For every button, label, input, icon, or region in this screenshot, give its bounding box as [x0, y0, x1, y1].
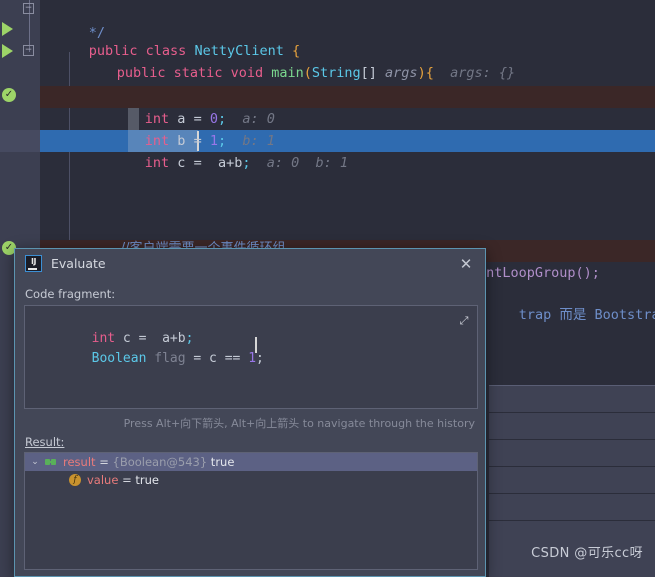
result-label-text: Result:: [25, 435, 65, 449]
dialog-title: Evaluate: [51, 256, 106, 271]
watch-glasses-icon: [45, 459, 59, 465]
equals-sign: =: [118, 473, 136, 487]
dialog-titlebar[interactable]: IJ Evaluate ✕: [15, 249, 485, 279]
run-gutter-icon[interactable]: [2, 44, 13, 58]
number-token: 1: [248, 351, 257, 366]
result-value: true: [207, 455, 235, 469]
current-line-gutter-highlight: [0, 130, 40, 152]
method-name-token: main: [271, 65, 304, 81]
inline-parameter-hint: args: {}: [450, 65, 516, 81]
code-line-main-method: public static void main(String[] args){ …: [68, 40, 515, 81]
code-line-class-decl: public class NettyClient {: [40, 18, 300, 59]
operator-token: =: [193, 155, 218, 171]
debugger-row[interactable]: [489, 386, 655, 413]
debugger-row[interactable]: [489, 413, 655, 440]
code-line-int-b: int b = 1; b: 1: [96, 108, 275, 149]
history-hint-text: Press Alt+向下箭头, Alt+向上箭头 to navigate thr…: [123, 417, 475, 430]
code-line-int-a: int a = 0; a: 0: [96, 86, 275, 127]
variable-token: c: [169, 155, 194, 171]
fragment-line-2: Boolean flag = c == 1;: [29, 329, 264, 389]
code-line-comment-cn: //客户端需要一个事件循环组: [96, 216, 286, 256]
result-type: {Boolean@543}: [112, 455, 208, 469]
brace-token: {: [425, 65, 434, 81]
keyword-token: public static void: [116, 65, 272, 81]
code-fragment-input[interactable]: int c = a+b; Boolean flag = c == 1; ⤢: [24, 305, 478, 409]
run-gutter-icon[interactable]: [2, 22, 13, 36]
result-variable-name: value: [87, 473, 119, 487]
debugger-row[interactable]: [489, 494, 655, 521]
result-tree-row-value[interactable]: f value = true: [25, 471, 477, 489]
ide-screenshot: − − ✓ ✓ */ public class NettyClient { pu…: [0, 0, 655, 577]
result-row-text: value = true: [87, 471, 159, 489]
intellij-idea-icon: IJ: [25, 255, 42, 272]
evaluate-dialog[interactable]: IJ Evaluate ✕ Code fragment: int c = a+b…: [14, 248, 486, 577]
watermark: CSDN @可乐cc呀: [531, 546, 643, 561]
result-tree[interactable]: ⌄ result = {Boolean@543} true f value = …: [24, 452, 478, 570]
result-value: true: [135, 473, 159, 487]
type-token: String: [311, 65, 361, 81]
comment-token: trap 而是 Bootstrap: [518, 307, 655, 323]
breakpoint-verified-icon[interactable]: ✓: [2, 88, 16, 102]
debugger-row[interactable]: [489, 440, 655, 467]
paren-token: (: [303, 65, 312, 81]
close-icon[interactable]: ✕: [455, 253, 477, 275]
expression-token: a+b: [217, 155, 243, 171]
semicolon-token: ;: [256, 351, 264, 366]
fold-marker-icon[interactable]: −: [23, 45, 34, 56]
code-line-bootstrap-comment: trap 而是 Bootstrap: [470, 282, 655, 323]
inline-debug-value: b: 1: [315, 155, 349, 171]
fragment-caret: [255, 337, 257, 353]
type-token: Boolean: [91, 351, 147, 366]
operator-token: = c ==: [193, 351, 249, 366]
field-icon: f: [69, 474, 81, 486]
expand-collapse-icon[interactable]: ⤢: [457, 314, 471, 328]
result-tree-row-result[interactable]: ⌄ result = {Boolean@543} true: [25, 453, 477, 471]
code-line-int-c: int c = a+b; a: 0 b: 1: [96, 130, 348, 171]
parameter-token: args: [385, 65, 418, 81]
result-row-text: result = {Boolean@543} true: [63, 453, 234, 471]
variable-token: flag: [146, 351, 194, 366]
equals-sign: =: [95, 455, 113, 469]
paren-token: ): [417, 65, 426, 81]
result-variable-name: result: [63, 455, 96, 469]
inline-debug-value: a: 0: [266, 155, 300, 171]
chevron-down-icon[interactable]: ⌄: [29, 453, 41, 471]
debugger-row[interactable]: [489, 467, 655, 494]
result-label: Result:: [25, 435, 64, 449]
bracket-token: []: [360, 65, 386, 81]
fold-marker-icon[interactable]: −: [23, 3, 34, 14]
keyword-token: int: [144, 155, 170, 171]
code-fragment-label: Code fragment:: [25, 287, 116, 301]
